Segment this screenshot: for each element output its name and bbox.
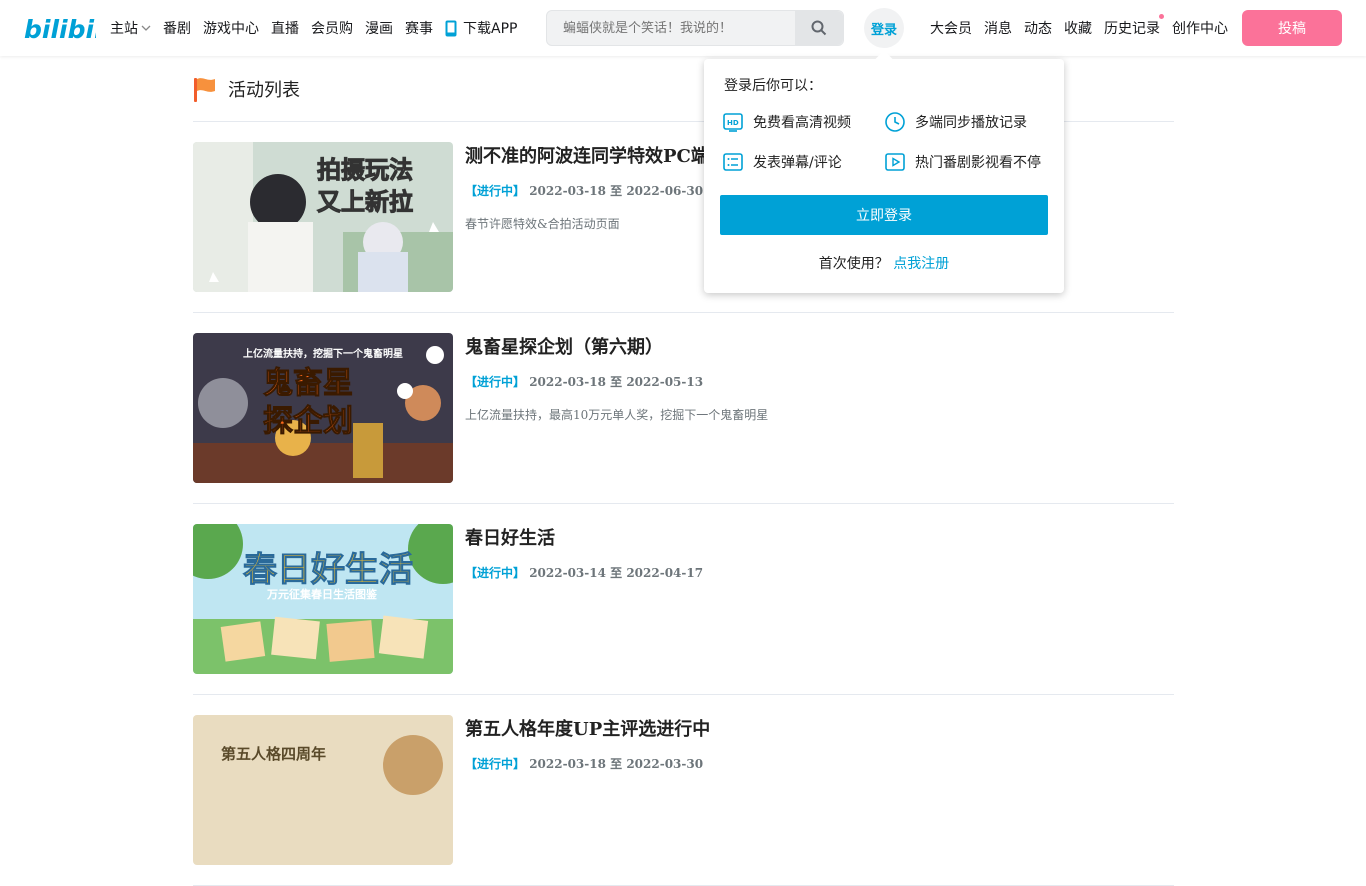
login-avatar-button[interactable]: 登录 [864, 8, 904, 48]
clock-icon [885, 112, 905, 132]
search-button[interactable] [795, 11, 843, 45]
nav-mall[interactable]: 会员购 [311, 18, 353, 38]
nav-label: 历史记录 [1104, 21, 1160, 37]
thumbnail-caption: 春日好生活 [243, 550, 414, 591]
nav-vip[interactable]: 大会员 [930, 18, 972, 38]
nav-favorites[interactable]: 收藏 [1064, 18, 1092, 38]
activity-thumbnail[interactable]: 春日好生活 万元征集春日生活图鉴 [193, 524, 453, 674]
page-title: 活动列表 [228, 79, 300, 101]
perk-label: 热门番剧影视看不停 [915, 155, 1041, 171]
nav-label: 动态 [1024, 21, 1052, 37]
play-icon [885, 153, 905, 171]
activity-title[interactable]: 第五人格年度UP主评选进行中 [465, 715, 710, 741]
activity-thumbnail[interactable]: 第五人格四周年 [193, 715, 453, 865]
activity-status: 【进行中】 [465, 757, 526, 771]
register-prompt: 首次使用？ 点我注册 [704, 253, 1064, 273]
thumbnail-subcaption: 万元征集春日生活图鉴 [267, 588, 377, 601]
login-now-button[interactable]: 立即登录 [720, 195, 1048, 235]
nav-label: 番剧 [163, 21, 191, 37]
nav-label: 创作中心 [1172, 21, 1228, 37]
hd-icon: HD [723, 113, 743, 132]
activity-meta: 【进行中】 2022-03-14 至 2022-04-17 [465, 564, 703, 581]
nav-esports[interactable]: 赛事 [405, 18, 433, 38]
svg-text:bilibili: bilibili [24, 15, 96, 44]
nav-label: 下载APP [463, 21, 518, 37]
login-tip: 登录后你可以： [724, 78, 822, 94]
nav-label: 大会员 [930, 21, 972, 37]
activity-dates: 2022-03-18 至 2022-03-30 [529, 757, 704, 771]
perk-hd-video: HD 免费看高清视频 [722, 111, 851, 133]
list-icon [723, 153, 743, 171]
activity-description: 春节许愿特效&合拍活动页面 [465, 217, 620, 231]
nav-messages[interactable]: 消息 [984, 18, 1012, 38]
login-label: 登录 [870, 22, 897, 38]
activity-title[interactable]: 测不准的阿波连同学特效PC端 [465, 142, 709, 168]
activity-meta: 【进行中】 2022-03-18 至 2022-05-13 [465, 373, 703, 390]
perk-label: 发表弹幕/评论 [753, 155, 842, 171]
activity-item: 第五人格四周年 第五人格年度UP主评选进行中 【进行中】 2022-03-18 … [193, 695, 1174, 886]
nav-label: 游戏中心 [203, 21, 259, 37]
upload-label: 投稿 [1278, 21, 1306, 37]
activity-status: 【进行中】 [465, 566, 526, 580]
thumbnail-caption: 第五人格四周年 [221, 745, 327, 763]
thumbnail-caption: 拍摄玩法 又上新拉 [317, 156, 414, 217]
perk-label: 多端同步播放记录 [915, 115, 1027, 131]
svg-text:HD: HD [727, 119, 739, 127]
nav-label: 漫画 [365, 21, 393, 37]
user-nav: 大会员 消息 动态 收藏 历史记录 创作中心 [930, 0, 1240, 56]
perk-danmaku-comments: 发表弹幕/评论 [722, 151, 842, 173]
flag-icon [194, 77, 215, 102]
nav-label: 消息 [984, 21, 1012, 37]
main-nav: 主站 番剧 游戏中心 直播 会员购 漫画 赛事 下载APP [110, 0, 529, 56]
search-icon [811, 20, 827, 36]
activity-item: 上亿流量扶持，挖掘下一个鬼畜明星 鬼畜星探企划 鬼畜星探企划（第六期） 【进行中… [193, 313, 1174, 504]
perk-anime-streaming: 热门番剧影视看不停 [884, 151, 1041, 173]
perk-sync-history: 多端同步播放记录 [884, 111, 1027, 133]
nav-main-site[interactable]: 主站 [110, 18, 151, 38]
activity-status: 【进行中】 [465, 184, 526, 198]
nav-anime[interactable]: 番剧 [163, 18, 191, 38]
upload-button[interactable]: 投稿 [1242, 10, 1342, 46]
nav-manga[interactable]: 漫画 [365, 18, 393, 38]
activity-description: 上亿流量扶持，最高10万元单人奖，挖掘下一个鬼畜明星 [465, 408, 769, 422]
activity-item: 春日好生活 万元征集春日生活图鉴 春日好生活 【进行中】 2022-03-14 … [193, 504, 1174, 695]
nav-creator-center[interactable]: 创作中心 [1172, 18, 1228, 38]
activity-meta: 【进行中】 2022-03-18 至 2022-03-30 [465, 755, 703, 772]
thumbnail-subcaption: 上亿流量扶持，挖掘下一个鬼畜明星 [243, 349, 403, 360]
search-bar [546, 10, 844, 46]
nav-label: 会员购 [311, 21, 353, 37]
perk-label: 免费看高清视频 [753, 115, 851, 131]
activity-thumbnail[interactable]: 拍摄玩法 又上新拉 [193, 142, 453, 292]
activity-thumbnail-art [193, 715, 453, 865]
activity-title[interactable]: 春日好生活 [465, 524, 555, 550]
activity-thumbnail[interactable]: 上亿流量扶持，挖掘下一个鬼畜明星 鬼畜星探企划 [193, 333, 453, 483]
activity-dates: 2022-03-18 至 2022-06-30 [529, 184, 704, 198]
notification-dot [1159, 14, 1164, 19]
thumbnail-caption: 鬼畜星探企划 [263, 366, 354, 440]
nav-label: 直播 [271, 21, 299, 37]
nav-download-app[interactable]: 下载APP [445, 18, 517, 38]
register-link[interactable]: 点我注册 [893, 256, 949, 272]
nav-history[interactable]: 历史记录 [1104, 14, 1164, 38]
nav-label: 收藏 [1064, 21, 1092, 37]
activity-title[interactable]: 鬼畜星探企划（第六期） [465, 333, 663, 359]
top-header: bilibili 主站 番剧 游戏中心 直播 会员购 漫画 赛事 下载APP 登… [0, 0, 1366, 56]
search-input[interactable] [547, 11, 795, 45]
bilibili-logo[interactable]: bilibili [24, 12, 96, 44]
login-popover: 登录后你可以： HD 免费看高清视频 多端同步播放记录 发表弹幕/评论 热门番剧… [704, 50, 1064, 293]
activity-meta: 【进行中】 2022-03-18 至 2022-06-30 [465, 182, 703, 199]
activity-status: 【进行中】 [465, 375, 526, 389]
phone-icon [445, 20, 457, 36]
activity-dates: 2022-03-14 至 2022-04-17 [529, 566, 704, 580]
login-now-label: 立即登录 [856, 208, 912, 224]
chevron-down-icon [141, 25, 151, 31]
nav-live[interactable]: 直播 [271, 18, 299, 38]
nav-game-center[interactable]: 游戏中心 [203, 18, 259, 38]
nav-label: 赛事 [405, 21, 433, 37]
nav-label: 主站 [110, 21, 138, 37]
first-use-text: 首次使用？ [818, 256, 889, 272]
activity-dates: 2022-03-18 至 2022-05-13 [529, 375, 704, 389]
nav-dynamics[interactable]: 动态 [1024, 18, 1052, 38]
